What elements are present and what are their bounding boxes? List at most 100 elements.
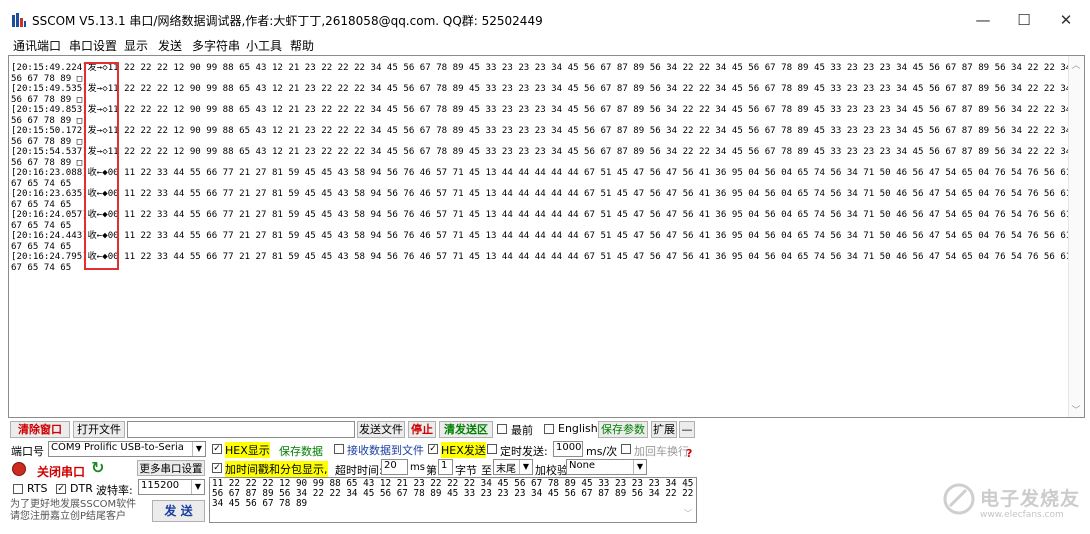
timestamp-checkbox[interactable]: ✓ [212,463,222,473]
receive-line: [20:16:23.088]收←◆00 11 22 33 44 55 66 77… [11,168,1084,179]
append-crlf-label: 加回车换行 [634,445,689,458]
receive-text-area[interactable]: [20:15:49.224]发→◇11 22 22 22 12 90 99 88… [8,55,1085,418]
interval-unit: ms/次 [586,445,618,458]
receive-line-continuation: 67 65 74 65 [11,178,72,189]
more-port-settings-button[interactable]: 更多串口设置 [137,460,205,476]
recv-to-file-label[interactable]: 接收数据到文件 [347,442,424,458]
checksum-label: 加校验 [535,464,568,477]
save-params-button[interactable]: 保存参数 [598,421,648,438]
checksum-value: None [569,460,596,471]
maximize-button[interactable]: ☐ [1001,6,1047,34]
minimize-button[interactable]: — [960,6,1006,34]
line-timestamp: [20:16:23.635] [11,189,88,199]
line-timestamp: [20:15:50.172] [11,126,88,136]
port-value: COM9 Prolific USB-to-Seria [51,442,184,453]
append-crlf-checkbox[interactable] [621,444,631,454]
menu-comm-port[interactable]: 通讯端口 [13,37,61,54]
english-label: English [558,422,598,435]
line-timestamp: [20:16:24.057] [11,210,88,220]
timestamp-label: 加时间戳和分包显示, [225,461,328,477]
timeout-label: 超时时间: [335,464,383,477]
line-hex-data: 11 22 22 22 12 90 99 88 65 43 12 21 23 2… [107,84,1085,94]
scroll-down-icon[interactable]: ﹀ [1070,403,1082,416]
send-file-button[interactable]: 发送文件 [357,421,405,438]
menu-display[interactable]: 显示 [124,37,148,54]
line-timestamp: [20:16:23.088] [11,168,88,178]
end-dropdown-icon[interactable]: ▼ [519,460,532,474]
byte-label: 第 [426,464,437,477]
collapse-button[interactable]: — [679,421,695,438]
receive-line-continuation: 56 67 78 89 □ [11,115,83,126]
send-text-area[interactable]: 11 22 22 22 12 90 99 88 65 43 12 21 23 2… [209,477,697,523]
line-hex-data: 11 22 22 22 12 90 99 88 65 43 12 21 23 2… [107,105,1085,115]
baud-dropdown-icon[interactable]: ▼ [191,480,204,494]
receive-line: [20:15:49.535]发→◇11 22 22 22 12 90 99 88… [11,84,1085,95]
dtr-checkbox[interactable]: ✓ [56,484,66,494]
port-dropdown-icon[interactable]: ▼ [192,442,205,456]
line-timestamp: [20:16:24.795] [11,252,88,262]
hex-send-label: HEX发送 [441,442,486,458]
close-window-button[interactable]: ✕ [1043,6,1089,34]
refresh-icon[interactable]: ↻ [91,459,108,476]
expand-button[interactable]: 扩展 [651,421,677,438]
line-timestamp: [20:15:54.537] [11,147,88,157]
rts-label: RTS [27,482,48,495]
elecfans-logo-icon [943,483,975,515]
file-path-input[interactable] [127,421,355,438]
timeout-unit: ms [410,462,425,473]
topmost-checkbox[interactable] [497,424,507,434]
receive-line: [20:16:24.795]收←◆00 11 22 33 44 55 66 77… [11,252,1085,263]
stop-button[interactable]: 停止 [408,421,436,438]
menu-serial-settings[interactable]: 串口设置 [69,37,117,54]
promo-text[interactable]: 为了更好地发展SSCOM软件 请您注册嘉立创P结尾客户 [10,499,136,523]
promo-line-2: 请您注册嘉立创P结尾客户 [10,511,127,522]
line-hex-data: 00 11 22 33 44 55 66 77 21 27 81 59 45 4… [107,231,1085,241]
receive-line: [20:16:24.057]收←◆00 11 22 33 44 55 66 77… [11,210,1084,221]
line-timestamp: [20:16:24.443] [11,231,88,241]
end-value: 末尾 [496,464,516,475]
hex-display-checkbox[interactable]: ✓ [212,444,222,454]
receive-line: [20:16:23.635]收←◆00 11 22 33 44 55 66 77… [11,189,1085,200]
line-hex-data: 00 11 22 33 44 55 66 77 21 27 81 59 45 4… [107,189,1085,199]
to-label: 至 [481,464,492,477]
receive-scrollbar[interactable] [1068,56,1084,417]
watermark-name: 电子发烧友 [980,488,1081,510]
receive-line-continuation: 56 67 78 89 □ [11,136,83,147]
port-select[interactable]: COM9 Prolific USB-to-Seria [48,441,206,457]
send-scrollbar[interactable]: ︿ ﹀ [682,479,694,522]
baud-value: 115200 [141,480,180,491]
menu-multi-string[interactable]: 多字符串 [192,37,240,54]
port-label: 端口号 [11,445,44,458]
clear-send-area-button[interactable]: 清发送区 [439,421,493,438]
menu-send[interactable]: 发送 [158,37,182,54]
hex-display-label: HEX显示 [225,442,270,458]
rts-checkbox[interactable] [13,484,23,494]
clear-window-button[interactable]: 清除窗口 [10,421,70,438]
window-title: SSCOM V5.13.1 串口/网络数据调试器,作者:大虾丁丁,2618058… [32,14,543,28]
line-hex-data: 11 22 22 22 12 90 99 88 65 43 12 21 23 2… [107,126,1085,136]
line-timestamp: [20:15:49.853] [11,105,88,115]
byte-input[interactable]: 1 [438,459,453,475]
recv-to-file-checkbox[interactable] [334,444,344,454]
timed-send-label: 定时发送: [500,445,548,458]
close-port-button[interactable]: 关闭串口 [37,463,85,480]
timeout-input[interactable]: 20 [381,459,408,475]
send-button[interactable]: 发 送 [152,500,205,522]
interval-input[interactable]: 1000 [553,441,583,457]
english-checkbox[interactable] [544,424,554,434]
menu-tools[interactable]: 小工具 [246,37,282,54]
receive-line-continuation: 56 67 78 89 □ [11,94,83,105]
save-data-button[interactable]: 保存数据 [279,443,323,459]
scroll-up-icon[interactable]: ︿ [1070,58,1082,71]
elecfans-watermark: 电子发烧友 www.elecfans.com [942,480,1082,526]
timed-send-checkbox[interactable] [487,444,497,454]
direction-marker-highlight [84,62,119,270]
port-status-led-icon [12,462,26,476]
menu-help[interactable]: 帮助 [290,37,314,54]
checksum-dropdown-icon[interactable]: ▼ [633,460,646,474]
line-hex-data: 00 11 22 33 44 55 66 77 21 27 81 59 45 4… [107,252,1085,262]
help-icon[interactable]: ? [686,447,692,460]
open-file-button[interactable]: 打开文件 [73,421,125,438]
hex-send-checkbox[interactable]: ✓ [428,444,438,454]
receive-line-continuation: 67 65 74 65 [11,199,72,210]
